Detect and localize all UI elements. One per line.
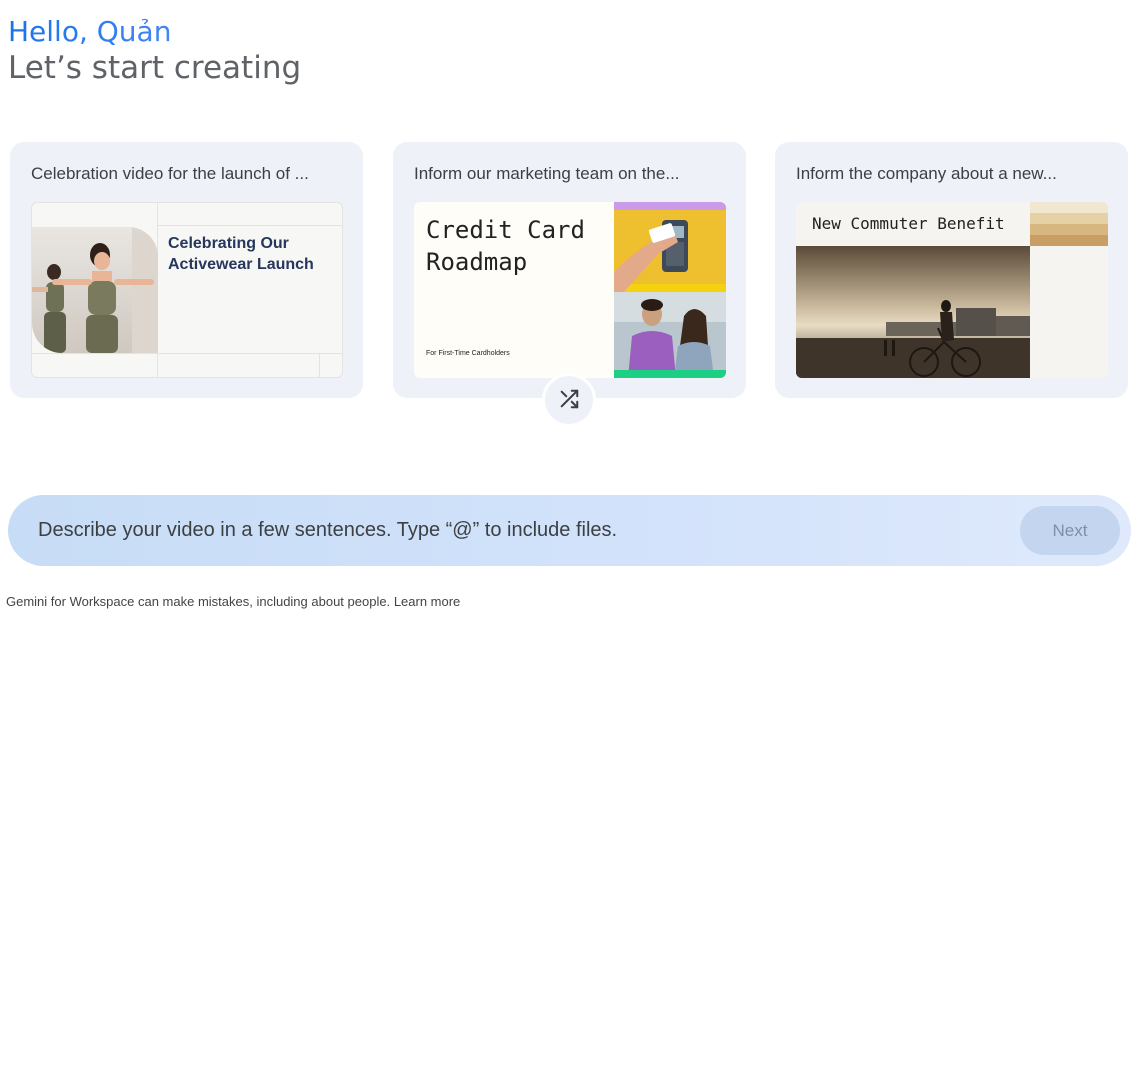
shuffle-icon [558,388,580,413]
template-thumbnail: Celebrating Our Activewear Launch [31,202,343,378]
next-button[interactable]: Next [1020,506,1120,555]
cyclist-photo [796,246,1030,378]
template-card-credit-card[interactable]: Inform our marketing team on the... Cred… [393,142,746,398]
watermark-logo: uantrimang [607,993,953,1070]
template-thumbnail-title: Credit Card Roadmap [426,216,585,276]
friends-photo [614,292,726,378]
greeting: Hello, Quản Let’s start creating [8,14,301,86]
template-thumbnail: Credit Card Roadmap For First-Time Cardh… [414,202,726,378]
greeting-hello: Hello, Quản [8,14,301,50]
disclaimer-text: Gemini for Workspace can make mistakes, … [6,594,391,609]
template-card-title: Celebration video for the launch of ... [31,164,309,183]
template-thumbnail-title: New Commuter Benefit [812,214,1005,233]
template-thumbnail: New Commuter Benefit [796,202,1108,378]
card-payment-photo [614,202,726,292]
template-thumbnail-title: Celebrating Our Activewear Launch [168,235,314,273]
template-thumbnail-caption: For First-Time Cardholders [426,350,510,357]
template-card-commuter[interactable]: Inform the company about a new... New Co… [775,142,1128,398]
yoga-photo [32,227,158,353]
greeting-subtitle: Let’s start creating [8,50,302,86]
template-card-title: Inform our marketing team on the... [414,164,680,183]
prompt-input[interactable]: Describe your video in a few sentences. … [38,519,617,542]
shuffle-button[interactable] [542,373,596,427]
template-card-title: Inform the company about a new... [796,164,1057,183]
footer-disclaimer: Gemini for Workspace can make mistakes, … [6,594,460,609]
learn-more-link[interactable]: Learn more [394,594,460,609]
template-card-activewear[interactable]: Celebration video for the launch of ... [10,142,363,398]
decorative-stripes [1030,202,1108,246]
svg-text:uantrimang: uantrimang [664,1014,918,1065]
prompt-bar[interactable]: Describe your video in a few sentences. … [8,495,1131,1065]
